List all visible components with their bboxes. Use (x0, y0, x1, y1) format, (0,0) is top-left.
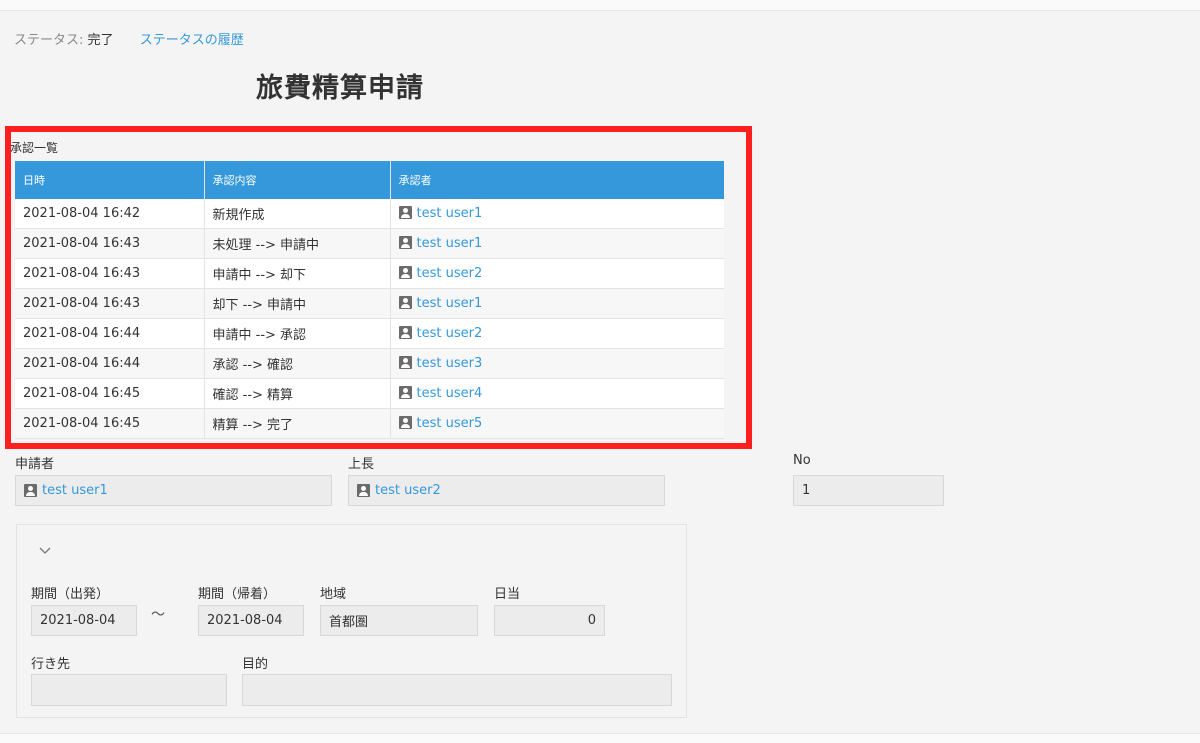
no-label: No (793, 453, 811, 468)
approver-link[interactable]: test user1 (417, 296, 483, 311)
status-value: 完了 (87, 33, 114, 48)
allowance-field: 0 (494, 605, 605, 636)
row-date: 2021-08-04 16:44 (15, 348, 204, 379)
row-approver: test user5 (389, 408, 724, 439)
user-icon (398, 296, 412, 309)
approver-link[interactable]: test user5 (417, 416, 483, 431)
chevron-down-icon[interactable] (38, 545, 52, 559)
destination-label: 行き先 (31, 657, 71, 672)
start-date-field: 2021-08-04 (31, 605, 137, 636)
approver-link[interactable]: test user3 (417, 356, 483, 371)
no-field: 1 (793, 475, 944, 506)
table-row: 2021-08-04 16:45 精算 --> 完了 test user5 (15, 408, 724, 439)
row-date: 2021-08-04 16:43 (15, 288, 204, 319)
header-approver: 承認者 (389, 161, 724, 199)
user-icon (24, 484, 37, 497)
row-approver: test user1 (389, 199, 724, 229)
table-row: 2021-08-04 16:44 承認 --> 確認 test user3 (15, 348, 724, 379)
row-date: 2021-08-04 16:43 (15, 228, 204, 259)
allowance-label: 日当 (494, 587, 521, 602)
start-date-label: 期間（出発） (31, 587, 110, 602)
user-icon (398, 416, 412, 429)
row-content: 申請中 --> 承認 (203, 318, 390, 349)
user-icon (398, 266, 412, 279)
destination-field (31, 674, 227, 706)
approver-link[interactable]: test user4 (417, 386, 483, 401)
page-title: 旅費精算申請 (256, 73, 424, 104)
row-content: 却下 --> 申請中 (203, 288, 390, 319)
row-date: 2021-08-04 16:44 (15, 318, 204, 349)
user-icon (398, 206, 412, 219)
purpose-field (242, 674, 672, 706)
user-icon (398, 386, 412, 399)
supervisor-link[interactable]: test user2 (375, 483, 441, 498)
user-icon (398, 236, 412, 249)
purpose-label: 目的 (242, 657, 269, 672)
row-approver: test user2 (389, 258, 724, 289)
user-icon (398, 326, 412, 339)
row-approver: test user1 (389, 228, 724, 259)
approval-table: 日時 承認内容 承認者 2021-08-04 16:42 新規作成 test u… (15, 161, 724, 439)
status-label: ステータス: (14, 33, 84, 48)
approver-link[interactable]: test user1 (417, 206, 483, 221)
row-content: 確認 --> 精算 (203, 378, 390, 409)
row-approver: test user4 (389, 378, 724, 409)
period-separator: ～ (151, 607, 165, 623)
supervisor-field: test user2 (348, 475, 665, 506)
user-icon (398, 356, 412, 369)
approval-list-label: 承認一覧 (10, 141, 59, 155)
top-bar (0, 0, 1200, 11)
status-history-link[interactable]: ステータスの履歴 (140, 33, 244, 48)
row-date: 2021-08-04 16:45 (15, 408, 204, 439)
table-row: 2021-08-04 16:43 申請中 --> 却下 test user2 (15, 258, 724, 289)
row-content: 新規作成 (203, 199, 390, 229)
row-approver: test user2 (389, 318, 724, 349)
table-row: 2021-08-04 16:43 未処理 --> 申請中 test user1 (15, 228, 724, 259)
header-content: 承認内容 (203, 161, 390, 199)
applicant-label: 申請者 (15, 457, 55, 472)
region-field: 首都圏 (320, 605, 478, 636)
row-content: 承認 --> 確認 (203, 348, 390, 379)
table-row: 2021-08-04 16:43 却下 --> 申請中 test user1 (15, 288, 724, 319)
table-row: 2021-08-04 16:44 申請中 --> 承認 test user2 (15, 318, 724, 349)
row-content: 申請中 --> 却下 (203, 258, 390, 289)
approval-table-header: 日時 承認内容 承認者 (15, 161, 724, 199)
row-approver: test user3 (389, 348, 724, 379)
row-date: 2021-08-04 16:42 (15, 199, 204, 229)
table-row: 2021-08-04 16:45 確認 --> 精算 test user4 (15, 378, 724, 409)
approver-link[interactable]: test user2 (417, 326, 483, 341)
header-date: 日時 (15, 161, 204, 199)
row-content: 未処理 --> 申請中 (203, 228, 390, 259)
row-date: 2021-08-04 16:45 (15, 378, 204, 409)
applicant-link[interactable]: test user1 (42, 483, 108, 498)
row-approver: test user1 (389, 288, 724, 319)
end-date-label: 期間（帰着） (198, 587, 277, 602)
user-icon (357, 484, 370, 497)
approver-link[interactable]: test user1 (417, 236, 483, 251)
status-row: ステータス: 完了 ステータスの履歴 (14, 29, 244, 48)
end-date-field: 2021-08-04 (198, 605, 304, 636)
table-row: 2021-08-04 16:42 新規作成 test user1 (15, 199, 724, 229)
applicant-field: test user1 (15, 475, 332, 506)
region-label: 地域 (320, 587, 347, 602)
row-date: 2021-08-04 16:43 (15, 258, 204, 289)
supervisor-label: 上長 (348, 457, 375, 472)
row-content: 精算 --> 完了 (203, 408, 390, 439)
approver-link[interactable]: test user2 (417, 266, 483, 281)
